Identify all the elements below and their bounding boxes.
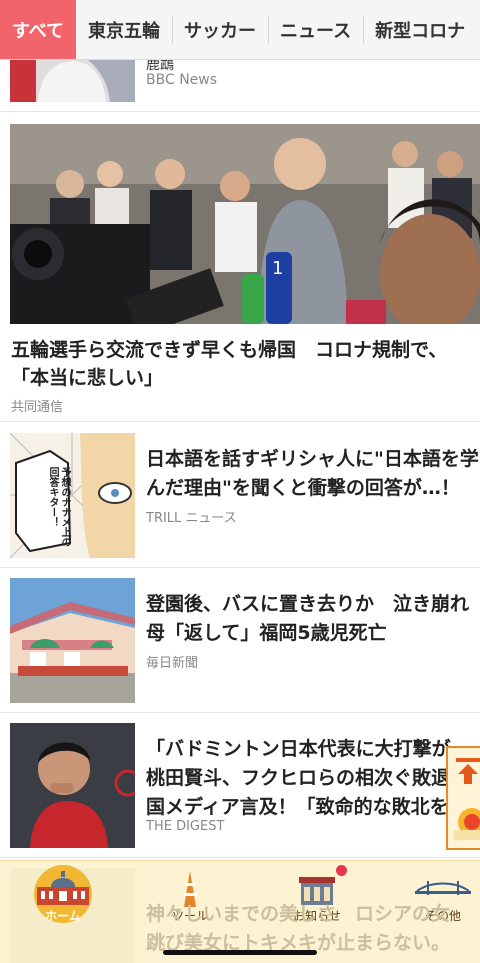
tab-covid[interactable]: 新型コロナ (363, 0, 477, 59)
tab-soccer[interactable]: サッカー (172, 0, 268, 59)
article-row[interactable]: 登園後、バスに置き去りか 泣き崩れ 母「返して」福岡5歳児死亡 毎日新聞 (0, 568, 480, 713)
article-title: 登園後、バスに置き去りか 泣き崩れ 母「返して」福岡5歳児死亡 (146, 593, 470, 644)
article-title: 五輪選手ら交流できず早くも帰国 コロナ規制で、「本当に悲しい」 (11, 339, 448, 389)
nav-home[interactable]: ホーム (18, 861, 108, 931)
article-hero-photo: 1 (10, 124, 480, 324)
thumb-caption: 予想のナナメ上の回答キター！ (47, 467, 70, 547)
article-partial[interactable]: 鹿鵡 BBC News (0, 50, 480, 112)
sunrise-icon (454, 808, 480, 840)
article-source: BBC News (146, 72, 218, 88)
article-title: 日本語を話すギリシャ人に"日本語を学 んだ理由"を聞くと衝撃の回答が…！ (146, 448, 479, 499)
home-indicator[interactable] (163, 950, 317, 955)
tab-tokyo-olympics[interactable]: 東京五輪 (76, 0, 172, 59)
article-source: 毎日新聞 (146, 656, 199, 671)
article-row[interactable]: 「バドミントン日本代表に大打撃が 桃田賢斗、フクヒロらの相次ぐ敗退 国メディア言… (0, 713, 480, 858)
category-tab-bar: すべて 東京五輪 サッカー ニュース 新型コロナ (0, 0, 480, 60)
article-thumbnail (10, 723, 135, 848)
article-hero[interactable]: 1 五輪選手ら交流できず早くも帰国 コロナ規制で、「本当に悲しい」 共同通信 (0, 124, 480, 422)
station-icon (37, 871, 89, 905)
article-source: 共同通信 (11, 400, 64, 415)
article-thumbnail: 予想のナナメ上の回答キター！ (10, 433, 135, 558)
tab-all[interactable]: すべて (0, 0, 76, 59)
article-thumbnail (10, 578, 135, 703)
article-source: THE DIGEST (146, 819, 225, 834)
notification-badge (336, 865, 347, 876)
article-title: 「バドミントン日本代表に大打撃が 桃田賢斗、フクヒロらの相次ぐ敗退 国メディア言… (146, 738, 451, 818)
article-source: TRILL ニュース (146, 511, 237, 526)
arrow-up-icon (456, 758, 480, 784)
article-row[interactable]: 予想のナナメ上の回答キター！ 日本語を話すギリシャ人に"日本語を学 んだ理由"を… (0, 423, 480, 568)
svg-text:1: 1 (272, 258, 283, 279)
tab-news[interactable]: ニュース (268, 0, 363, 59)
scroll-to-top-button[interactable] (446, 746, 480, 850)
